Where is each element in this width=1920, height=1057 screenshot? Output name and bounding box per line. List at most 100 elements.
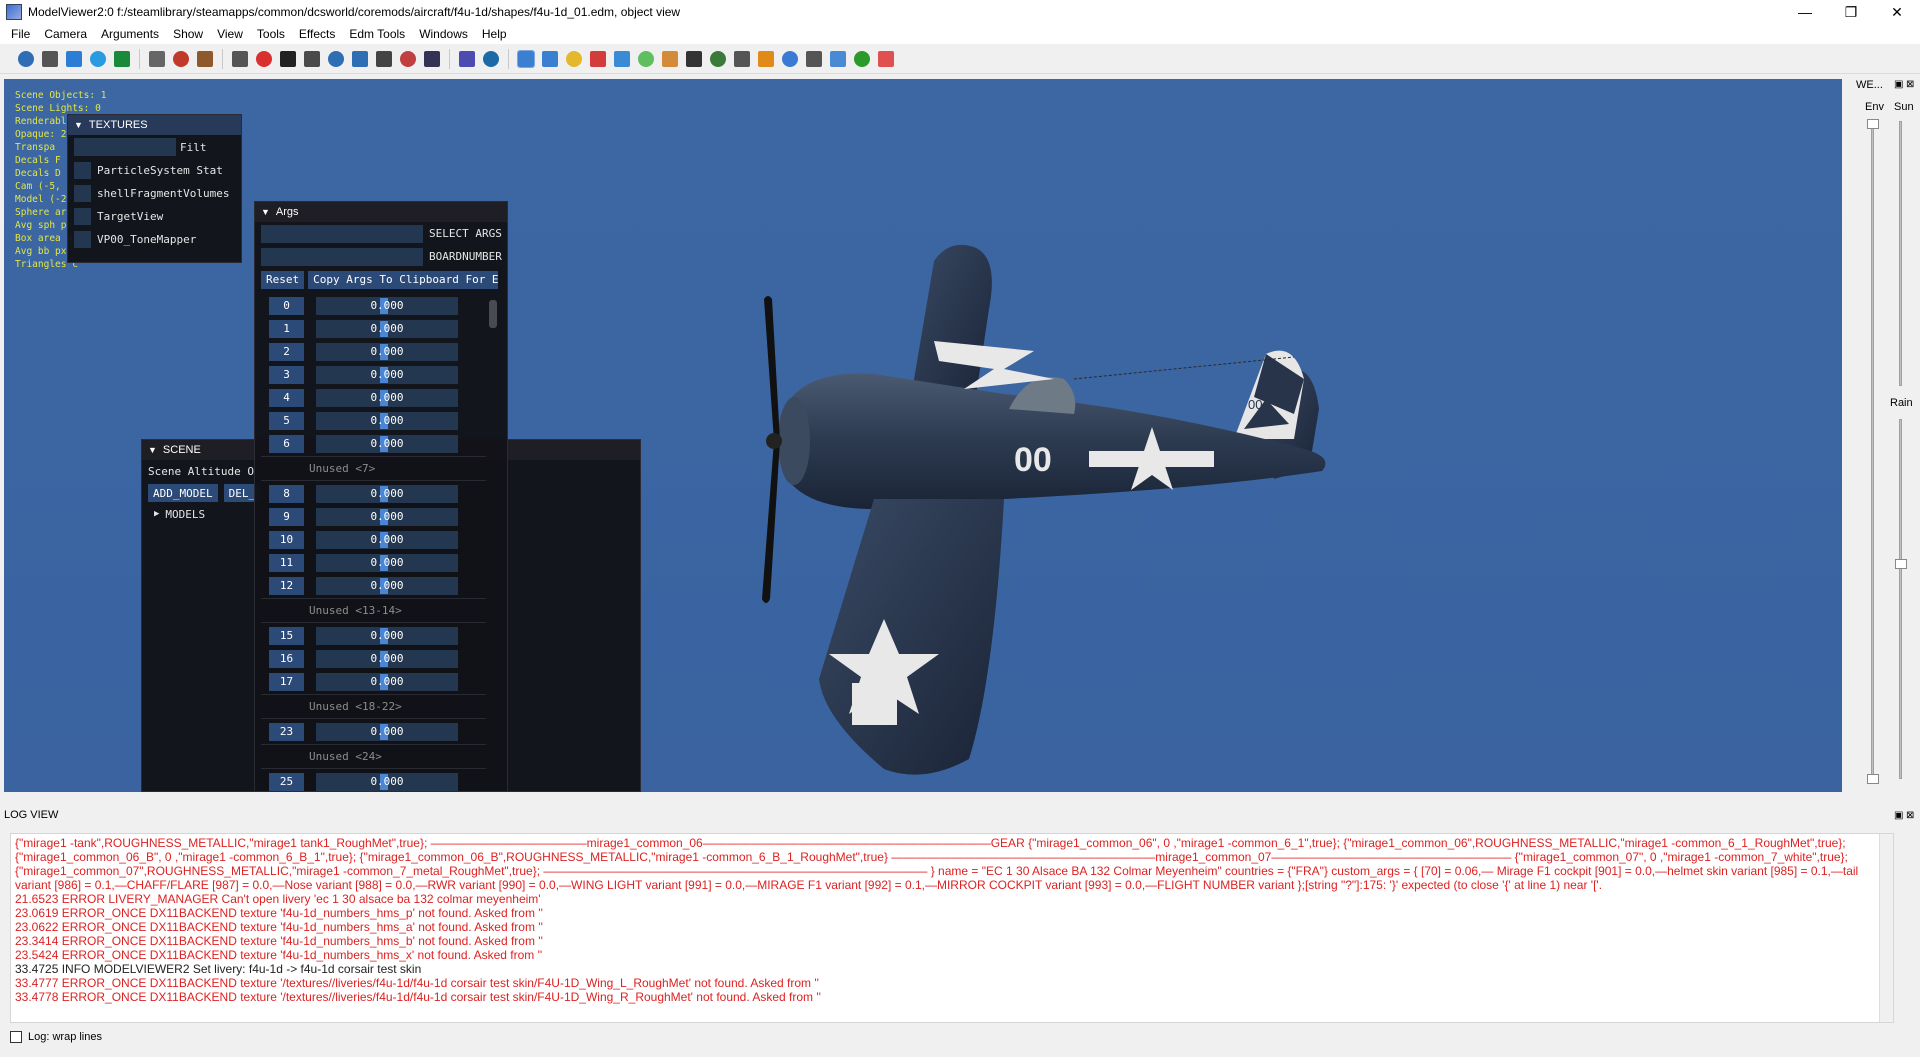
arg-index-button[interactable]: 23 — [269, 722, 304, 741]
dots-icon[interactable] — [854, 50, 870, 67]
monitor-icon[interactable] — [424, 50, 440, 67]
arg-index-button[interactable]: 15 — [269, 626, 304, 645]
arg-index-button[interactable]: 10 — [269, 530, 304, 549]
arg-value-slider[interactable]: 0.000 — [316, 672, 458, 691]
note-icon[interactable] — [806, 50, 822, 67]
rain-slider-thumb[interactable] — [1895, 559, 1907, 569]
sphere-icon[interactable] — [66, 50, 82, 67]
arg-value-slider[interactable]: 0.000 — [316, 530, 458, 549]
maximize-button[interactable]: ❐ — [1828, 0, 1874, 24]
arg-value-slider[interactable]: 0.000 — [316, 772, 458, 791]
texture-filter-input[interactable] — [74, 138, 176, 156]
graph-icon[interactable] — [662, 50, 678, 67]
args-scrollbar[interactable] — [489, 300, 497, 328]
menu-file[interactable]: File — [4, 27, 37, 41]
arg-index-button[interactable]: 5 — [269, 411, 304, 430]
textures-window-title[interactable]: ▼ TEXTURES — [68, 115, 241, 135]
panel-close-icon[interactable]: ⊠ — [1906, 79, 1914, 90]
texture-checkbox[interactable] — [74, 231, 91, 248]
panel-close-icon[interactable]: ⊠ — [1906, 810, 1914, 821]
arg-value-slider[interactable]: 0.000 — [316, 296, 458, 315]
copy-args-button[interactable]: Copy Args To Clipboard For E — [308, 270, 499, 289]
grid2-icon[interactable] — [830, 50, 846, 67]
log-output[interactable]: {"mirage1 -tank",ROUGHNESS_METALLIC,"mir… — [10, 833, 1894, 1023]
panel-float-icon[interactable]: ▣ — [1894, 810, 1903, 821]
args-window-title[interactable]: ▼ Args — [255, 202, 507, 222]
arg-value-slider[interactable]: 0.000 — [316, 553, 458, 572]
tool-icon[interactable] — [686, 50, 702, 67]
close-button[interactable]: ✕ — [1874, 0, 1920, 24]
arg-value-slider[interactable]: 0.000 — [316, 484, 458, 503]
collapse-triangle-icon[interactable]: ▼ — [74, 120, 83, 130]
undo-icon[interactable] — [459, 50, 475, 67]
add-model-button[interactable]: ADD_MODEL — [148, 484, 218, 502]
figure-icon[interactable] — [710, 50, 726, 67]
record-icon[interactable] — [483, 50, 499, 67]
arg-index-button[interactable]: 2 — [269, 342, 304, 361]
car-icon[interactable] — [734, 50, 750, 67]
arg-value-slider[interactable]: 0.000 — [316, 342, 458, 361]
green-box-icon[interactable] — [638, 50, 654, 67]
chart-icon[interactable] — [517, 49, 535, 68]
ball-icon[interactable] — [758, 50, 774, 67]
arg-index-button[interactable]: 9 — [269, 507, 304, 526]
arg-index-button[interactable]: 25 — [269, 772, 304, 791]
molecule-icon[interactable] — [782, 50, 798, 67]
arg-index-button[interactable]: 12 — [269, 576, 304, 595]
lamp-icon[interactable] — [304, 50, 320, 67]
arg-index-button[interactable]: 16 — [269, 649, 304, 668]
arg-value-slider[interactable]: 0.000 — [316, 411, 458, 430]
texture-checkbox[interactable] — [74, 162, 91, 179]
env-slider-track[interactable] — [1871, 121, 1874, 781]
folder-icon[interactable] — [566, 50, 582, 67]
collapse-triangle-icon[interactable]: ▼ — [261, 207, 270, 217]
screen-icon[interactable] — [376, 50, 392, 67]
save-icon[interactable] — [18, 50, 34, 67]
blue-box-icon[interactable] — [614, 50, 630, 67]
arg-value-slider[interactable]: 0.000 — [316, 434, 458, 453]
env-slider-bottom-thumb[interactable] — [1867, 774, 1879, 784]
menu-effects[interactable]: Effects — [292, 27, 342, 41]
arrow-icon[interactable] — [352, 50, 368, 67]
arg-value-slider[interactable]: 0.000 — [316, 507, 458, 526]
menu-edm-tools[interactable]: Edm Tools — [342, 27, 412, 41]
collapse-triangle-icon[interactable]: ▼ — [148, 445, 157, 455]
menu-view[interactable]: View — [210, 27, 250, 41]
arg-value-slider[interactable]: 0.000 — [316, 626, 458, 645]
arg-index-button[interactable]: 3 — [269, 365, 304, 384]
log-scrollbar[interactable] — [1879, 834, 1893, 1022]
panel-float-icon[interactable]: ▣ — [1894, 79, 1903, 90]
arg-index-button[interactable]: 11 — [269, 553, 304, 572]
plane-icon[interactable] — [328, 50, 344, 67]
models-tree-node[interactable]: MODELS — [165, 508, 205, 521]
refresh-icon[interactable] — [90, 50, 106, 67]
arg-value-slider[interactable]: 0.000 — [316, 576, 458, 595]
arg-value-slider[interactable]: 0.000 — [316, 365, 458, 384]
arg-value-slider[interactable]: 0.000 — [316, 388, 458, 407]
menu-camera[interactable]: Camera — [37, 27, 94, 41]
arg-value-slider[interactable]: 0.000 — [316, 722, 458, 741]
arg-index-button[interactable]: 1 — [269, 319, 304, 338]
red-box-icon[interactable] — [590, 50, 606, 67]
open-icon[interactable] — [42, 50, 58, 67]
wrap-lines-checkbox[interactable] — [10, 1031, 22, 1043]
arg-index-button[interactable]: 4 — [269, 388, 304, 407]
tree-arrow-icon[interactable]: ▶ — [154, 509, 159, 519]
texture-icon[interactable] — [400, 50, 416, 67]
arg-index-button[interactable]: 0 — [269, 296, 304, 315]
menu-show[interactable]: Show — [166, 27, 210, 41]
rain-slider-track[interactable] — [1899, 419, 1902, 779]
camera-icon[interactable] — [149, 50, 165, 67]
axis-icon[interactable] — [256, 50, 272, 67]
env-slider-thumb[interactable] — [1867, 119, 1879, 129]
menu-windows[interactable]: Windows — [412, 27, 475, 41]
texture-checkbox[interactable] — [74, 208, 91, 225]
sun-slider-track[interactable] — [1899, 121, 1902, 386]
select-args-input[interactable] — [261, 224, 423, 243]
arg-index-button[interactable]: 6 — [269, 434, 304, 453]
grid-icon[interactable] — [280, 50, 296, 67]
menu-arguments[interactable]: Arguments — [94, 27, 166, 41]
menu-tools[interactable]: Tools — [250, 27, 292, 41]
arg-value-slider[interactable]: 0.000 — [316, 649, 458, 668]
arg-index-button[interactable]: 8 — [269, 484, 304, 503]
